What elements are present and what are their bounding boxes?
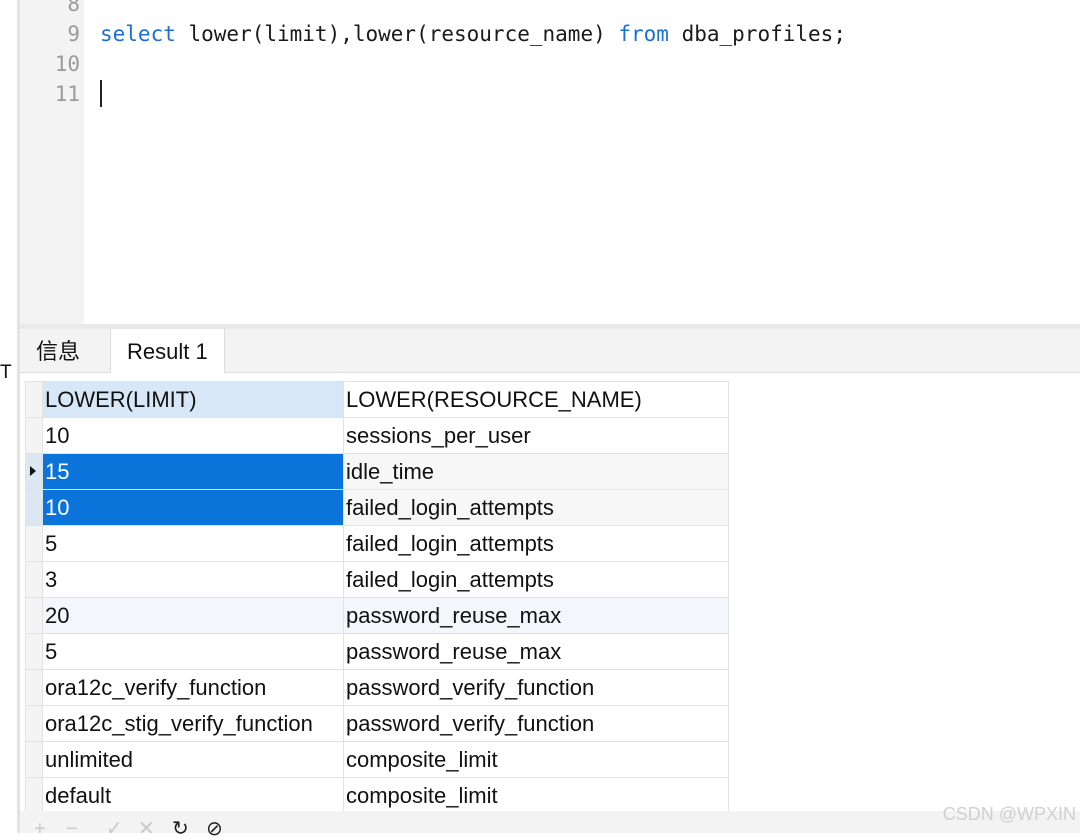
cell-resource-name[interactable]: password_reuse_max: [343, 633, 729, 670]
stop-icon[interactable]: ⊘: [206, 819, 223, 839]
left-pane-letter: T: [0, 362, 12, 383]
sql-query-line[interactable]: select lower(limit),lower(resource_name)…: [100, 22, 846, 46]
cell-resource-name[interactable]: composite_limit: [343, 741, 729, 778]
result-tabs: 信息 Result 1: [20, 329, 1080, 373]
sql-editor[interactable]: 8 9 10 11 select lower(limit),lower(reso…: [20, 0, 1080, 324]
minus-icon[interactable]: −: [66, 819, 78, 839]
cell-limit[interactable]: 5: [42, 525, 344, 562]
table-row[interactable]: unlimited composite_limit: [25, 741, 729, 778]
table-row[interactable]: 10 failed_login_attempts: [25, 489, 729, 526]
cell-limit[interactable]: ora12c_verify_function: [42, 669, 344, 706]
result-grid-area: LOWER(LIMIT) LOWER(RESOURCE_NAME) 10 ses…: [20, 373, 1080, 814]
row-indicator: [25, 597, 43, 634]
row-indicator: [25, 489, 43, 526]
line-number: 8: [67, 0, 80, 16]
cell-resource-name[interactable]: failed_login_attempts: [343, 525, 729, 562]
row-indicator: [25, 417, 43, 454]
cell-limit[interactable]: unlimited: [42, 741, 344, 778]
table-row[interactable]: default composite_limit: [25, 777, 729, 814]
row-indicator: [25, 453, 43, 490]
cell-resource-name[interactable]: sessions_per_user: [343, 417, 729, 454]
tab-result-1[interactable]: Result 1: [110, 329, 225, 373]
cell-limit[interactable]: ora12c_stig_verify_function: [42, 705, 344, 742]
code-text: dba_profiles;: [668, 22, 846, 46]
keyword-select: select: [100, 22, 176, 46]
tab-info[interactable]: 信息: [20, 329, 97, 372]
row-indicator: [25, 705, 43, 742]
code-text: lower(limit),lower(resource_name): [175, 22, 619, 46]
cell-resource-name[interactable]: idle_time: [343, 453, 729, 490]
row-indicator: [25, 633, 43, 670]
cancel-icon[interactable]: ✕: [138, 819, 155, 839]
current-row-arrow-icon: [30, 466, 36, 476]
cell-resource-name[interactable]: composite_limit: [343, 777, 729, 814]
column-header-limit[interactable]: LOWER(LIMIT): [42, 381, 344, 418]
cell-resource-name[interactable]: password_reuse_max: [343, 597, 729, 634]
row-indicator: [25, 669, 43, 706]
table-row[interactable]: ora12c_stig_verify_function password_ver…: [25, 705, 729, 742]
table-row[interactable]: 20 password_reuse_max: [25, 597, 729, 634]
column-header-resource-name[interactable]: LOWER(RESOURCE_NAME): [343, 381, 729, 418]
cell-limit[interactable]: 10: [42, 489, 344, 526]
line-number-gutter: 8 9 10 11: [20, 0, 84, 324]
refresh-icon[interactable]: ↻: [172, 819, 189, 839]
plus-icon[interactable]: +: [34, 819, 46, 839]
table-row[interactable]: ora12c_verify_function password_verify_f…: [25, 669, 729, 706]
cell-limit[interactable]: 20: [42, 597, 344, 634]
table-row[interactable]: 5 password_reuse_max: [25, 633, 729, 670]
cell-resource-name[interactable]: failed_login_attempts: [343, 561, 729, 598]
cell-limit[interactable]: 15: [42, 453, 344, 490]
row-indicator: [25, 741, 43, 778]
line-number: 11: [54, 82, 80, 106]
check-icon[interactable]: ✓: [106, 819, 123, 839]
line-number: 10: [54, 52, 80, 76]
row-indicator: [25, 561, 43, 598]
table-row[interactable]: 3 failed_login_attempts: [25, 561, 729, 598]
left-pane: T: [0, 0, 17, 833]
table-row[interactable]: 10 sessions_per_user: [25, 417, 729, 454]
cell-limit[interactable]: 5: [42, 633, 344, 670]
line-number: 9: [67, 22, 80, 46]
cell-resource-name[interactable]: password_verify_function: [343, 669, 729, 706]
cell-resource-name[interactable]: failed_login_attempts: [343, 489, 729, 526]
text-caret: [100, 80, 102, 107]
cell-limit[interactable]: default: [42, 777, 344, 814]
cell-limit[interactable]: 3: [42, 561, 344, 598]
row-indicator: [25, 525, 43, 562]
table-row[interactable]: 5 failed_login_attempts: [25, 525, 729, 562]
table-row[interactable]: 15 idle_time: [25, 453, 729, 490]
row-indicator: [25, 777, 43, 814]
cell-limit[interactable]: 10: [42, 417, 344, 454]
grid-toolbar: + − ✓ ✕ ↻ ⊘: [20, 811, 1080, 839]
result-grid: LOWER(LIMIT) LOWER(RESOURCE_NAME) 10 ses…: [25, 381, 729, 814]
keyword-from: from: [618, 22, 669, 46]
row-indicator-header: [25, 381, 43, 418]
cell-resource-name[interactable]: password_verify_function: [343, 705, 729, 742]
watermark: CSDN @WPXIN: [942, 804, 1076, 824]
